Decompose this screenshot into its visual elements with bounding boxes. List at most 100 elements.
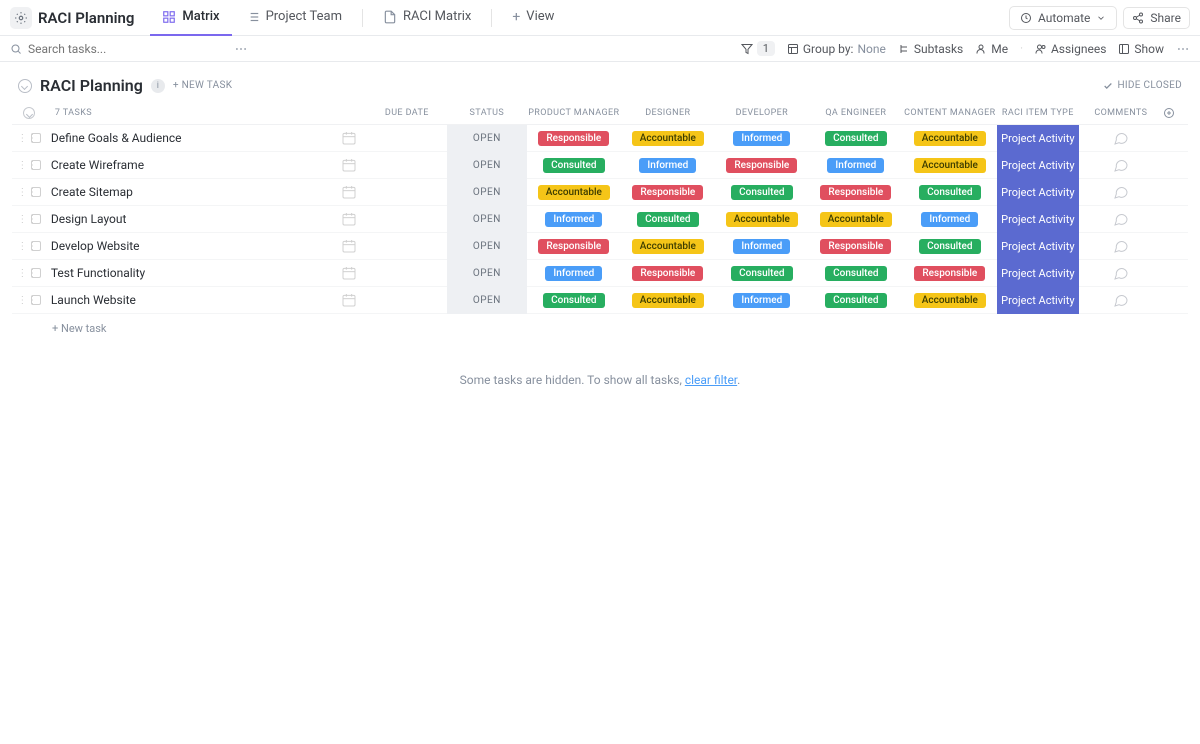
status-cell[interactable]: OPEN [447,260,527,287]
col-product-manager[interactable]: PRODUCT MANAGER [527,108,621,118]
raci-tag[interactable]: Responsible [538,131,609,146]
raci-tag[interactable]: Responsible [538,239,609,254]
tab-raci-matrix[interactable]: RACI Matrix [371,0,483,36]
new-task-header-button[interactable]: + NEW TASK [173,80,232,91]
raci-tag[interactable]: Informed [545,212,602,227]
comment-icon[interactable] [1113,211,1129,227]
status-square[interactable] [31,214,41,224]
comment-icon[interactable] [1113,184,1129,200]
comment-icon[interactable] [1113,292,1129,308]
raci-type-cell[interactable]: Project Activity [997,233,1079,260]
raci-tag[interactable]: Consulted [543,158,604,173]
more-icon[interactable] [1176,42,1190,56]
raci-tag[interactable]: Responsible [914,266,985,281]
drag-handle-icon[interactable]: ⋮⋮ [17,268,31,279]
status-cell[interactable]: OPEN [447,152,527,179]
task-name[interactable]: Develop Website [51,239,140,253]
task-name[interactable]: Design Layout [51,212,127,226]
raci-tag[interactable]: Consulted [543,293,604,308]
status-cell[interactable]: OPEN [447,179,527,206]
search-input[interactable] [28,42,228,56]
raci-type-cell[interactable]: Project Activity [997,287,1079,314]
col-due-date[interactable]: DUE DATE [367,108,447,118]
task-row[interactable]: ⋮⋮ Design Layout OPEN Informed Consulted… [12,206,1188,233]
task-row[interactable]: ⋮⋮ Launch Website OPEN Consulted Account… [12,287,1188,314]
me-button[interactable]: Me [975,42,1008,56]
raci-tag[interactable]: Responsible [726,158,797,173]
col-raci-type[interactable]: RACI ITEM TYPE [997,108,1079,118]
raci-type-cell[interactable]: Project Activity [997,260,1079,287]
group-by-button[interactable]: Group by: None [787,42,886,56]
new-task-footer-button[interactable]: + New task [12,314,1188,343]
raci-tag[interactable]: Accountable [632,293,704,308]
share-button[interactable]: Share [1123,7,1190,29]
task-name[interactable]: Test Functionality [51,266,145,280]
raci-tag[interactable]: Accountable [820,212,892,227]
task-name[interactable]: Define Goals & Audience [51,131,182,145]
raci-tag[interactable]: Accountable [632,239,704,254]
calendar-icon[interactable] [341,265,357,281]
collapse-toggle[interactable] [18,79,32,93]
col-designer[interactable]: DESIGNER [621,108,715,118]
raci-tag[interactable]: Consulted [919,239,980,254]
calendar-icon[interactable] [341,292,357,308]
calendar-icon[interactable] [341,211,357,227]
raci-tag[interactable]: Informed [827,158,884,173]
raci-type-cell[interactable]: Project Activity [997,206,1079,233]
raci-tag[interactable]: Consulted [731,185,792,200]
task-name[interactable]: Create Sitemap [51,185,133,199]
col-comments[interactable]: COMMENTS [1079,108,1163,118]
list-title[interactable]: RACI Planning [38,9,134,27]
raci-tag[interactable]: Informed [639,158,696,173]
raci-tag[interactable]: Informed [545,266,602,281]
status-square[interactable] [31,187,41,197]
task-row[interactable]: ⋮⋮ Define Goals & Audience OPEN Responsi… [12,125,1188,152]
expand-all-toggle[interactable] [12,107,47,119]
status-cell[interactable]: OPEN [447,125,527,152]
tab-project-team[interactable]: Project Team [234,0,354,36]
status-square[interactable] [31,133,41,143]
status-square[interactable] [31,295,41,305]
comment-icon[interactable] [1113,157,1129,173]
raci-tag[interactable]: Consulted [825,266,886,281]
calendar-icon[interactable] [341,238,357,254]
add-view-button[interactable]: + View [500,0,566,36]
automate-button[interactable]: Automate [1009,6,1117,30]
filter-button[interactable]: 1 [741,41,775,56]
info-icon[interactable]: i [151,79,165,93]
raci-tag[interactable]: Responsible [820,185,891,200]
status-cell[interactable]: OPEN [447,287,527,314]
raci-tag[interactable]: Informed [733,293,790,308]
task-row[interactable]: ⋮⋮ Develop Website OPEN Responsible Acco… [12,233,1188,260]
raci-type-cell[interactable]: Project Activity [997,125,1079,152]
drag-handle-icon[interactable]: ⋮⋮ [17,214,31,225]
calendar-icon[interactable] [341,157,357,173]
task-row[interactable]: ⋮⋮ Create Wireframe OPEN Consulted Infor… [12,152,1188,179]
task-row[interactable]: ⋮⋮ Test Functionality OPEN Informed Resp… [12,260,1188,287]
task-row[interactable]: ⋮⋮ Create Sitemap OPEN Accountable Respo… [12,179,1188,206]
drag-handle-icon[interactable]: ⋮⋮ [17,160,31,171]
raci-tag[interactable]: Responsible [632,266,703,281]
list-settings-icon[interactable] [10,7,32,29]
raci-tag[interactable]: Accountable [632,131,704,146]
col-content-manager[interactable]: CONTENT MANAGER [903,108,997,118]
assignees-button[interactable]: Assignees [1035,42,1106,56]
raci-tag[interactable]: Consulted [825,131,886,146]
status-cell[interactable]: OPEN [447,206,527,233]
drag-handle-icon[interactable]: ⋮⋮ [17,187,31,198]
raci-tag[interactable]: Accountable [538,185,610,200]
raci-tag[interactable]: Accountable [914,158,986,173]
drag-handle-icon[interactable]: ⋮⋮ [17,241,31,252]
raci-tag[interactable]: Responsible [820,239,891,254]
add-column-button[interactable] [1163,107,1188,119]
clear-filter-link[interactable]: clear filter [685,373,737,387]
status-square[interactable] [31,268,41,278]
raci-tag[interactable]: Accountable [726,212,798,227]
section-title[interactable]: RACI Planning [40,76,143,95]
comment-icon[interactable] [1113,130,1129,146]
raci-tag[interactable]: Responsible [632,185,703,200]
status-cell[interactable]: OPEN [447,233,527,260]
raci-tag[interactable]: Accountable [914,293,986,308]
subtasks-button[interactable]: Subtasks [898,42,963,56]
task-name[interactable]: Launch Website [51,293,136,307]
